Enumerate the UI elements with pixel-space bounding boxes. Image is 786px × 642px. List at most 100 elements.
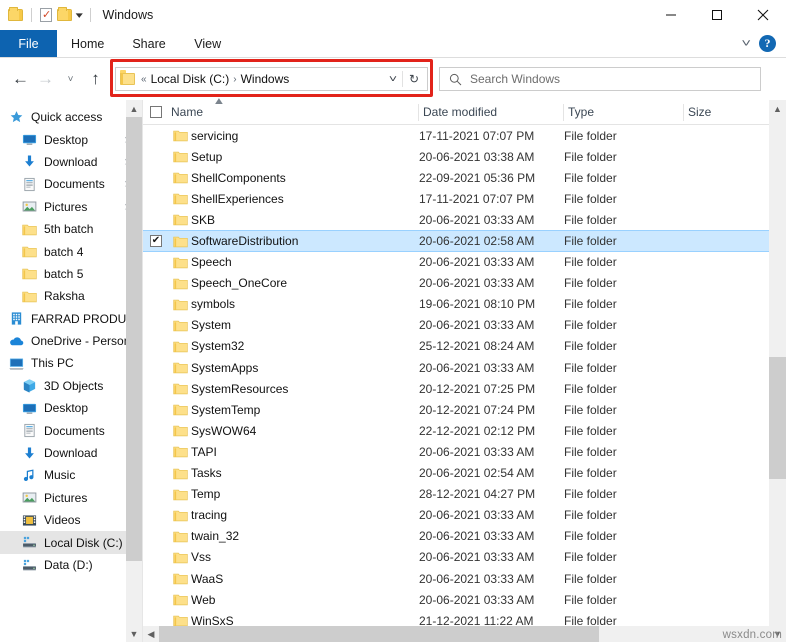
file-scroll-track[interactable]	[769, 117, 786, 625]
window-title: Windows	[102, 8, 154, 22]
sidebar-scrollbar[interactable]: ▲ ▼	[126, 100, 142, 642]
column-header-name[interactable]: Name ▲	[169, 96, 419, 125]
sidebar-item-batch-5[interactable]: batch 5	[0, 263, 142, 285]
horizontal-scroll-track[interactable]	[159, 626, 770, 642]
table-row[interactable]: System32 25-12-2021 08:24 AM File folder	[143, 336, 786, 357]
sidebar-scroll-thumb[interactable]	[126, 117, 142, 561]
tab-file[interactable]: File	[0, 30, 57, 57]
table-row[interactable]: SystemTemp 20-12-2021 07:24 PM File folder	[143, 399, 786, 420]
maximize-button[interactable]	[694, 0, 740, 30]
table-row[interactable]: Speech 20-06-2021 03:33 AM File folder	[143, 252, 786, 273]
horizontal-scrollbar[interactable]: ◀ ▶	[143, 626, 786, 642]
sidebar-item-onedrive-personal[interactable]: OneDrive - Personal	[0, 330, 142, 352]
row-date-modified: 19-06-2021 08:10 PM	[419, 297, 536, 312]
sidebar-item-desktop[interactable]: Desktop	[0, 397, 142, 419]
table-row[interactable]: SysWOW64 22-12-2021 02:12 PM File folder	[143, 420, 786, 441]
properties-icon[interactable]	[40, 8, 52, 22]
navigation-pane: Quick access Desktop Download Documents Pict…	[0, 100, 142, 642]
row-date-modified: 22-09-2021 05:36 PM	[419, 170, 536, 185]
back-button[interactable]: ←	[8, 62, 33, 96]
table-row[interactable]: Setup 20-06-2021 03:38 AM File folder	[143, 146, 786, 167]
videos-icon	[21, 512, 37, 528]
scroll-up-icon[interactable]: ▲	[769, 100, 786, 117]
up-button[interactable]: ↑	[83, 62, 108, 96]
table-row[interactable]: twain_32 20-06-2021 03:33 AM File folder	[143, 526, 786, 547]
row-date-modified: 20-06-2021 02:54 AM	[419, 466, 535, 481]
sidebar-item-pictures[interactable]: Pictures	[0, 487, 142, 509]
recent-locations-button[interactable]: ˅	[58, 62, 83, 96]
forward-button[interactable]: →	[33, 62, 58, 96]
sidebar-item-desktop[interactable]: Desktop	[0, 128, 142, 150]
sidebar-scroll-track[interactable]	[126, 117, 142, 625]
table-row[interactable]: ShellComponents 22-09-2021 05:36 PM File f…	[143, 167, 786, 188]
sidebar-item-this-pc[interactable]: This PC	[0, 352, 142, 374]
row-name: SoftwareDistribution	[191, 234, 299, 249]
file-list-scrollbar[interactable]: ▲ ▼	[769, 100, 786, 642]
table-row[interactable]: Tasks 20-06-2021 02:54 AM File folder	[143, 463, 786, 484]
table-row[interactable]: SoftwareDistribution 20-06-2021 02:58 AM F…	[143, 230, 786, 252]
tab-share[interactable]: Share	[118, 30, 179, 57]
search-box[interactable]: Search Windows	[439, 67, 761, 91]
row-type: File folder	[564, 297, 617, 312]
address-dropdown-icon[interactable]: ˅	[380, 74, 405, 85]
table-row[interactable]: tracing 20-06-2021 03:33 AM File folder	[143, 505, 786, 526]
table-row[interactable]: WinSxS 21-12-2021 11:22 AM File folder	[143, 610, 786, 626]
table-row[interactable]: SystemApps 20-06-2021 03:33 AM File folder	[143, 357, 786, 378]
sidebar-item-download[interactable]: Download	[0, 442, 142, 464]
sidebar-item-music[interactable]: Music	[0, 464, 142, 486]
select-all-checkbox[interactable]	[150, 106, 162, 118]
horizontal-scroll-thumb[interactable]	[159, 626, 599, 642]
table-row[interactable]: Vss 20-06-2021 03:33 AM File folder	[143, 547, 786, 568]
column-header-date[interactable]: Date modified	[419, 100, 564, 125]
chevron-down-icon[interactable]: ▾	[76, 10, 83, 20]
sidebar-item-quick-access[interactable]: Quick access	[0, 106, 142, 128]
table-row[interactable]: TAPI 20-06-2021 03:33 AM File folder	[143, 441, 786, 462]
file-scroll-thumb[interactable]	[769, 357, 786, 479]
sidebar-item-farrad-product[interactable]: FARRAD PRODUCT	[0, 308, 142, 330]
scroll-down-icon[interactable]: ▼	[126, 625, 142, 642]
tab-home[interactable]: Home	[57, 30, 118, 57]
table-row[interactable]: servicing 17-11-2021 07:07 PM File folder	[143, 125, 786, 146]
new-folder-icon[interactable]	[57, 7, 72, 21]
table-row[interactable]: Speech_OneCore 20-06-2021 03:33 AM File fo…	[143, 273, 786, 294]
scroll-left-icon[interactable]: ◀	[143, 626, 159, 642]
table-row[interactable]: WaaS 20-06-2021 03:33 AM File folder	[143, 568, 786, 589]
breadcrumb-item-windows[interactable]: Windows	[241, 72, 290, 86]
folder-icon[interactable]	[8, 7, 23, 21]
row-checkbox[interactable]	[150, 235, 162, 248]
help-icon[interactable]: ?	[759, 35, 776, 52]
column-header-type[interactable]: Type	[564, 100, 684, 125]
breadcrumb-overflow-icon[interactable]: «	[141, 74, 147, 85]
ribbon-tabs: File Home Share View ˅ ?	[0, 30, 786, 58]
select-all-header[interactable]	[143, 100, 169, 125]
sidebar-item-pictures[interactable]: Pictures	[0, 196, 142, 218]
close-button[interactable]	[740, 0, 786, 30]
breadcrumb-item-drive[interactable]: Local Disk (C:)	[151, 72, 230, 86]
tab-view[interactable]: View	[180, 30, 236, 57]
table-row[interactable]: SKB 20-06-2021 03:33 AM File folder	[143, 209, 786, 230]
table-row[interactable]: SystemResources 20-12-2021 07:25 PM File f…	[143, 378, 786, 399]
table-row[interactable]: ShellExperiences 17-11-2021 07:07 PM File …	[143, 188, 786, 209]
minimize-button[interactable]	[648, 0, 694, 30]
table-row[interactable]: Temp 28-12-2021 04:27 PM File folder	[143, 484, 786, 505]
sidebar-item-download[interactable]: Download	[0, 151, 142, 173]
sidebar-item-raksha[interactable]: Raksha	[0, 285, 142, 307]
table-row[interactable]: System 20-06-2021 03:33 AM File folder	[143, 315, 786, 336]
sidebar-item-videos[interactable]: Videos	[0, 509, 142, 531]
table-row[interactable]: Web 20-06-2021 03:33 AM File folder	[143, 589, 786, 610]
column-headers: Name ▲ Date modified Type Size	[143, 96, 786, 125]
sidebar-item-local-disk-c[interactable]: Local Disk (C:)	[0, 531, 142, 554]
sidebar-item-documents[interactable]: Documents	[0, 173, 142, 195]
sidebar-item-documents[interactable]: Documents	[0, 419, 142, 441]
refresh-icon[interactable]: ↻	[403, 72, 425, 86]
address-bar[interactable]: « Local Disk (C:) › Windows ˅ ↻	[115, 67, 428, 91]
row-checkbox-cell[interactable]	[143, 235, 169, 248]
search-input[interactable]: Search Windows	[470, 72, 560, 86]
table-row[interactable]: symbols 19-06-2021 08:10 PM File folder	[143, 294, 786, 315]
scroll-up-icon[interactable]: ▲	[126, 100, 142, 117]
expand-ribbon-icon[interactable]: ˅	[741, 38, 751, 50]
sidebar-item-3d-objects[interactable]: 3D Objects	[0, 375, 142, 397]
sidebar-item-data-d[interactable]: Data (D:)	[0, 554, 142, 576]
sidebar-item-batch-4[interactable]: batch 4	[0, 240, 142, 262]
sidebar-item-5th-batch[interactable]: 5th batch	[0, 218, 142, 240]
